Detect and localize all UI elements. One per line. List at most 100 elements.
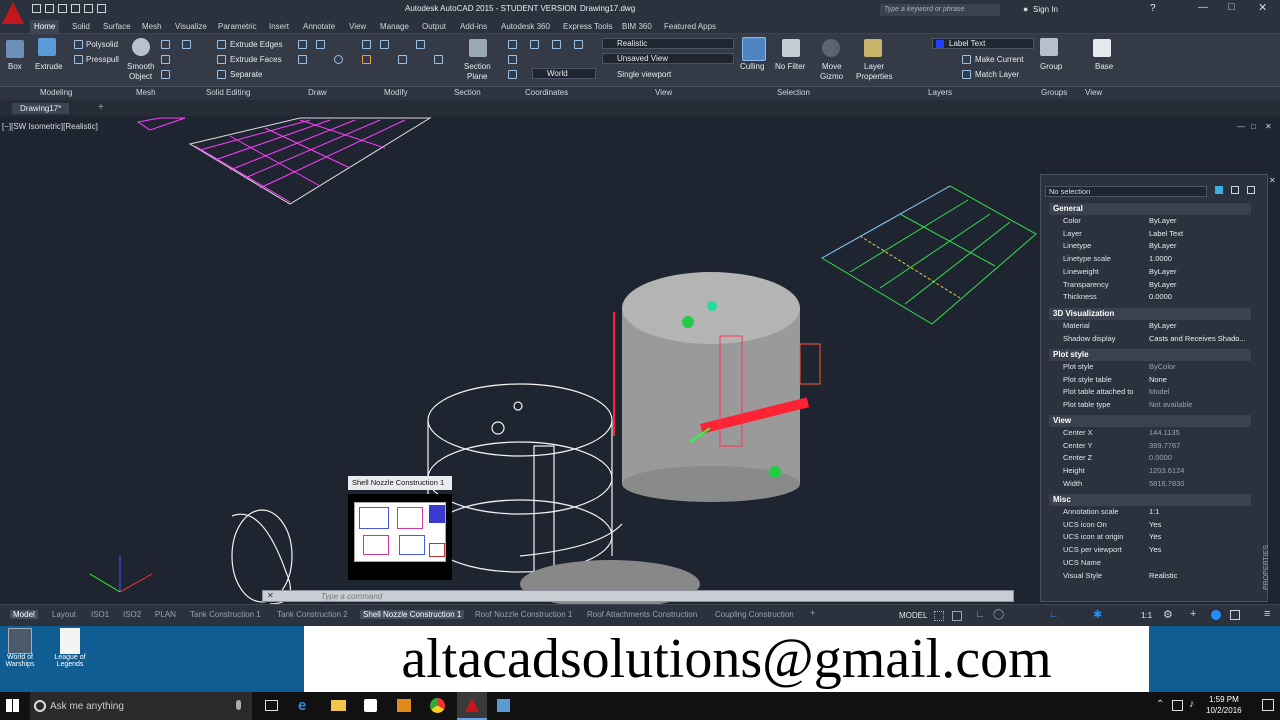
arc-icon[interactable] [298,55,307,64]
property-row[interactable]: Shadow display Casts and Receives Shado..… [1041,333,1251,345]
tab-solid[interactable]: Solid [72,20,90,34]
tab-express-tools[interactable]: Express Tools [563,20,613,34]
quick-access-toolbar[interactable] [32,4,167,14]
panel-section[interactable]: Section [454,88,481,97]
panel-layers[interactable]: Layers [928,88,952,97]
volume-icon[interactable]: ♪ [1189,698,1195,710]
property-value[interactable]: 5816.7830 [1149,478,1184,490]
snap-icon[interactable] [952,611,962,621]
ucs-icon[interactable] [508,40,517,49]
named-view-dropdown[interactable]: Unsaved View [602,53,734,64]
property-row[interactable]: Height 1203.6124 [1041,465,1251,477]
culling-icon[interactable] [742,37,766,61]
property-row[interactable]: UCS Name [1041,557,1251,569]
user-icon[interactable]: ● [1023,4,1028,14]
property-value[interactable]: ByLayer [1149,320,1177,332]
app-taskbar-icon[interactable] [497,699,510,712]
property-value[interactable]: 1:1 [1149,506,1159,518]
property-value[interactable]: ByColor [1149,361,1176,373]
layer-dropdown[interactable]: Label Text [932,38,1034,49]
chrome-icon[interactable] [430,698,445,713]
panel-modeling[interactable]: Modeling [40,88,72,97]
solid-edit-icon[interactable] [182,40,191,49]
property-value[interactable]: Label Text [1149,228,1183,240]
layout-tab-tank-construction-2[interactable]: Tank Construction 2 [277,610,348,619]
property-value[interactable]: Casts and Receives Shado... [1149,333,1246,345]
tab-manage[interactable]: Manage [380,20,409,34]
make-current-button[interactable]: Make Current [975,55,1023,64]
property-value[interactable]: ByLayer [1149,215,1177,227]
property-row[interactable]: Transparency ByLayer [1041,279,1251,291]
viewport-restore-icon[interactable]: □ [1251,122,1256,131]
osnap-icon[interactable]: ∟ [1049,609,1059,620]
selection-dropdown[interactable]: No selection [1045,186,1207,197]
mesh-tool-icon[interactable] [161,55,170,64]
tab-autodesk-360[interactable]: Autodesk 360 [501,20,550,34]
property-value[interactable]: Realistic [1149,570,1177,582]
panel-mesh[interactable]: Mesh [136,88,156,97]
ucs-icon[interactable] [574,40,583,49]
network-icon[interactable] [1172,700,1183,711]
search-box[interactable]: Type a keyword or phrase [880,4,1000,16]
property-value[interactable]: ByLayer [1149,266,1177,278]
section-general[interactable]: General [1049,203,1251,215]
property-value[interactable]: 399.7767 [1149,440,1180,452]
edge-browser-icon[interactable]: e [298,697,306,714]
add-icon[interactable]: + [1190,608,1196,620]
section-plane-icon[interactable] [469,39,487,57]
group-button[interactable]: Group [1040,62,1062,71]
ucs-world-dropdown[interactable]: World [532,68,596,79]
mirror-icon[interactable] [416,40,425,49]
tab-bim-360[interactable]: BIM 360 [622,20,652,34]
panel-selection[interactable]: Selection [777,88,810,97]
base-icon[interactable] [1093,39,1111,57]
property-value[interactable]: Model [1149,386,1169,398]
match-layer-icon[interactable] [962,70,971,79]
circle-icon[interactable] [334,55,343,64]
section-view[interactable]: View [1049,415,1251,427]
layout-tab-iso1[interactable]: ISO1 [91,610,109,619]
property-row[interactable]: Linetype scale 1.0000 [1041,253,1251,265]
separate-icon[interactable] [217,70,226,79]
property-value[interactable]: None [1149,374,1167,386]
property-row[interactable]: Layer Label Text [1041,228,1251,240]
panel-groups[interactable]: Groups [1041,88,1067,97]
property-row[interactable]: Center Z 0.0000 [1041,452,1251,464]
property-value[interactable]: 144.1135 [1149,427,1180,439]
tab-visualize[interactable]: Visualize [175,20,207,34]
annotation-scale[interactable]: 1:1 [1141,611,1152,620]
tab-view[interactable]: View [349,20,366,34]
panel-coordinates[interactable]: Coordinates [525,88,568,97]
autocad-taskbar-icon[interactable] [457,692,487,720]
culling-button[interactable]: Culling [740,62,764,71]
polysolid-icon[interactable] [74,40,83,49]
property-row[interactable]: Plot table type Not available [1041,399,1251,411]
ucs-icon[interactable] [552,40,561,49]
property-value[interactable]: Yes [1149,531,1161,543]
model-space-button[interactable]: MODEL [899,611,927,620]
tab-mesh[interactable]: Mesh [142,20,162,34]
smooth-object-icon[interactable] [132,38,150,56]
command-close-icon[interactable]: ✕ [267,591,274,600]
layout-tab-tank-construction-1[interactable]: Tank Construction 1 [190,610,261,619]
add-layout-button[interactable]: + [810,608,815,618]
property-row[interactable]: Material ByLayer [1041,320,1251,332]
mesh-tool-icon[interactable] [161,70,170,79]
viewport-minimize-icon[interactable]: — [1237,122,1245,131]
visual-style-dropdown[interactable]: Realistic [602,38,734,49]
property-row[interactable]: UCS icon at origin Yes [1041,531,1251,543]
cortana-search-box[interactable]: Ask me anything [30,692,252,720]
polysolid-button[interactable]: Polysolid [86,40,118,49]
ucs-icon[interactable] [508,70,517,79]
separate-button[interactable]: Separate [230,70,262,79]
match-layer-button[interactable]: Match Layer [975,70,1019,79]
tab-insert[interactable]: Insert [269,20,289,34]
extrude-edges-icon[interactable] [217,40,226,49]
annotation-visibility-icon[interactable]: ✱ [1093,608,1102,621]
layout-tab-roof-attachments[interactable]: Roof Attachments Construction [587,610,697,619]
notifications-icon[interactable] [1262,699,1274,711]
close-button[interactable]: ✕ [1258,1,1267,14]
mesh-tool-icon[interactable] [161,40,170,49]
tab-parametric[interactable]: Parametric [218,20,257,34]
media-player-icon[interactable] [397,699,411,712]
